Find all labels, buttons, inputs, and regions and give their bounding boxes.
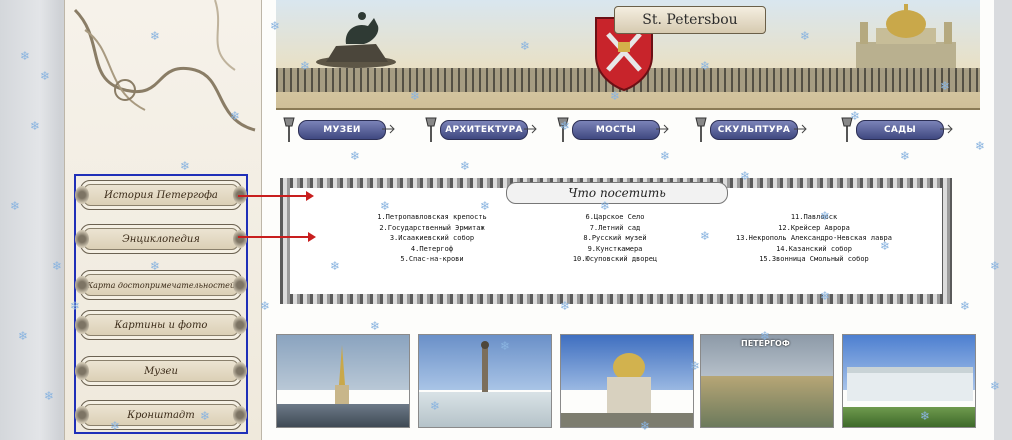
scroll-cap-icon bbox=[233, 230, 247, 248]
photo-palace-square[interactable] bbox=[418, 334, 552, 428]
sidebar-item-label: Музеи bbox=[144, 365, 178, 377]
scroll-cap-icon bbox=[233, 276, 247, 294]
visit-link[interactable]: 9.Кунсткамера bbox=[560, 244, 670, 255]
visit-link[interactable]: 3.Исаакиевский собор bbox=[352, 233, 512, 244]
arrow-tail-icon bbox=[940, 124, 953, 134]
visit-link[interactable]: 12.Крейсер Аврора bbox=[708, 223, 920, 234]
scroll-cap-icon bbox=[233, 406, 247, 424]
sidebar-menu: История Петергофа Энциклопедия Карта дос… bbox=[74, 174, 248, 434]
top-navigation: МУЗЕИ АРХИТЕКТУРА МОСТЫ СКУЛЬПТУРА САДЫ bbox=[276, 114, 980, 146]
sidebar-item-label: Карта достопримечательностей bbox=[86, 280, 236, 290]
arrow-tail-icon bbox=[382, 124, 395, 134]
photo-gallery: ПЕТЕРГОФ bbox=[276, 334, 980, 430]
nav-item-label[interactable]: АРХИТЕКТУРА bbox=[440, 120, 528, 140]
sidebar-item-peterhof-history[interactable]: История Петергофа bbox=[75, 180, 247, 210]
visit-column-3: 11.Павловск 12.Крейсер Аврора 13.Некропо… bbox=[708, 212, 920, 265]
visit-link[interactable]: 1.Петропавловская крепость bbox=[352, 212, 512, 223]
sidebar-item-encyclopedia[interactable]: Энциклопедия bbox=[75, 224, 247, 254]
bronze-horseman-icon bbox=[316, 12, 396, 68]
visit-link[interactable]: 4.Петергоф bbox=[352, 244, 512, 255]
visit-column-2: 6.Царское Село 7.Летний сад 8.Русский му… bbox=[560, 212, 670, 265]
lantern-icon bbox=[695, 117, 707, 142]
visit-title: Что посетить bbox=[506, 182, 728, 204]
scroll-cap-icon bbox=[233, 362, 247, 380]
sidebar-item-museums[interactable]: Музеи bbox=[75, 356, 247, 386]
lantern-icon bbox=[557, 117, 569, 142]
arrow-tail-icon bbox=[524, 124, 537, 134]
header-banner: St. Petersbou bbox=[276, 0, 980, 110]
scroll-cap-icon bbox=[75, 230, 89, 248]
arrow-tail-icon bbox=[794, 124, 807, 134]
photo-caption: ПЕТЕРГОФ bbox=[741, 339, 790, 348]
ornament-scroll-icon bbox=[73, 0, 256, 132]
dome-icon bbox=[607, 353, 651, 413]
visit-link[interactable]: 15.Звонница Смольный собор bbox=[708, 254, 920, 265]
photo-catherine-palace[interactable] bbox=[842, 334, 976, 428]
visit-link[interactable]: 10.Юсуповский дворец bbox=[560, 254, 670, 265]
lantern-icon bbox=[425, 117, 437, 142]
sidebar-item-map[interactable]: Карта достопримечательностей bbox=[75, 270, 247, 300]
scroll-cap-icon bbox=[75, 186, 89, 204]
sidebar-item-label: Кронштадт bbox=[127, 409, 195, 421]
lantern-icon bbox=[841, 117, 853, 142]
lantern-icon bbox=[283, 117, 295, 142]
photo-peterhof[interactable]: ПЕТЕРГОФ bbox=[700, 334, 834, 428]
sidebar-item-label: Энциклопедия bbox=[122, 233, 200, 245]
sidebar-item-label: Картины и фото bbox=[114, 319, 208, 331]
visit-link[interactable]: 5.Спас-на-крови bbox=[352, 254, 512, 265]
visit-link[interactable]: 6.Царское Село bbox=[560, 212, 670, 223]
visit-link[interactable]: 11.Павловск bbox=[708, 212, 920, 223]
visit-link[interactable]: 8.Русский музей bbox=[560, 233, 670, 244]
visit-column-1: 1.Петропавловская крепость 2.Государстве… bbox=[352, 212, 512, 265]
palace-icon bbox=[847, 367, 973, 401]
st-isaacs-cathedral-icon bbox=[856, 4, 956, 68]
nav-item-label[interactable]: МУЗЕИ bbox=[298, 120, 386, 140]
visit-link[interactable]: 14.Казанский собор bbox=[708, 244, 920, 255]
nav-item-label[interactable]: СКУЛЬПТУРА bbox=[710, 120, 798, 140]
visit-link[interactable]: 2.Государственный Эрмитаж bbox=[352, 223, 512, 234]
visit-list: Что посетить 1.Петропавловская крепость … bbox=[296, 182, 936, 284]
scroll-cap-icon bbox=[75, 362, 89, 380]
visit-link[interactable]: 7.Летний сад bbox=[560, 223, 670, 234]
nav-item-label[interactable]: МОСТЫ bbox=[572, 120, 660, 140]
pointer-arrow-icon bbox=[238, 232, 316, 242]
scroll-cap-icon bbox=[75, 406, 89, 424]
scroll-cap-icon bbox=[233, 316, 247, 334]
scroll-cap-icon bbox=[75, 276, 89, 294]
sidebar-item-kronstadt[interactable]: Кронштадт bbox=[75, 400, 247, 430]
visit-link[interactable]: 13.Некрополь Александро-Невская лавра bbox=[708, 233, 920, 244]
banner-title: St. Petersbou bbox=[614, 6, 766, 34]
photo-peter-paul-fortress[interactable] bbox=[276, 334, 410, 428]
arrow-tail-icon bbox=[656, 124, 669, 134]
pointer-arrow-icon bbox=[238, 191, 314, 201]
nav-item-label[interactable]: САДЫ bbox=[856, 120, 944, 140]
what-to-visit-panel: Что посетить 1.Петропавловская крепость … bbox=[280, 178, 952, 304]
photo-st-isaacs[interactable] bbox=[560, 334, 694, 428]
sidebar-item-pictures[interactable]: Картины и фото bbox=[75, 310, 247, 340]
scroll-cap-icon bbox=[75, 316, 89, 334]
sidebar-item-label: История Петергофа bbox=[104, 189, 218, 201]
